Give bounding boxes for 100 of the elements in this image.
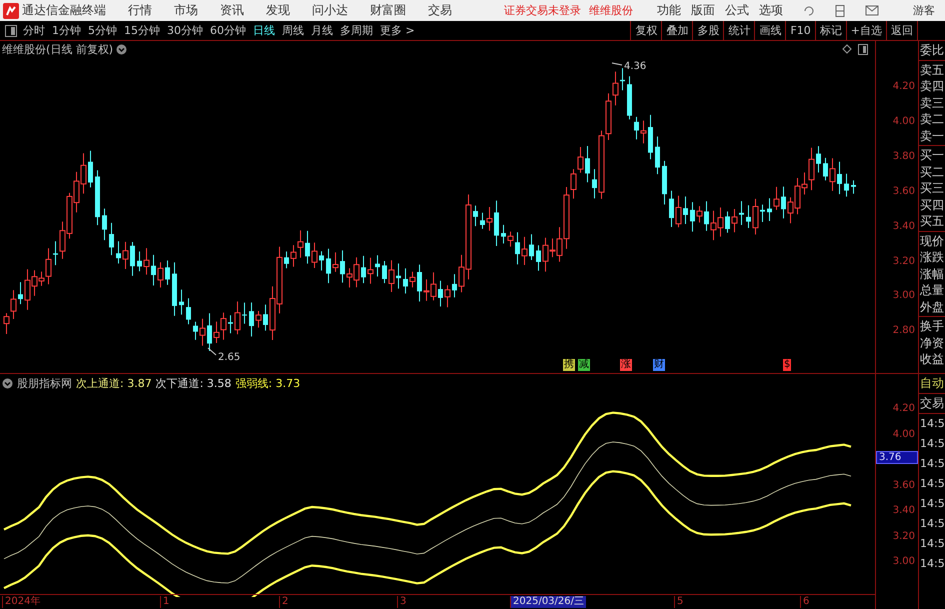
candlestick bbox=[326, 248, 331, 284]
user-label[interactable]: 游客 bbox=[913, 3, 935, 18]
quote-label: 外盘 bbox=[919, 298, 945, 315]
candlestick bbox=[388, 260, 394, 292]
period-tab[interactable]: 分时 bbox=[23, 23, 45, 38]
axis-label: 3.40 bbox=[892, 505, 915, 516]
diamond-icon[interactable] bbox=[842, 44, 852, 54]
candlestick bbox=[486, 206, 492, 232]
candlestick bbox=[305, 230, 310, 264]
candlestick bbox=[284, 250, 289, 269]
candlestick bbox=[158, 262, 164, 288]
trade-title: 交易 bbox=[919, 394, 945, 414]
quote-label: 换手 bbox=[919, 318, 945, 334]
candlestick bbox=[774, 186, 780, 210]
candlestick bbox=[256, 310, 262, 328]
period-tab[interactable]: 多周期 bbox=[340, 23, 373, 38]
indicator-reading: 次上通道: 3.87 bbox=[76, 376, 152, 391]
indicator-reading: 强弱线: 3.73 bbox=[235, 376, 300, 391]
mail-icon[interactable] bbox=[865, 5, 879, 16]
quote-label: 净资 bbox=[919, 334, 945, 351]
refresh-icon[interactable] bbox=[803, 4, 815, 16]
menu-item[interactable]: 公式 bbox=[725, 2, 749, 19]
candlestick bbox=[340, 250, 345, 284]
period-tab[interactable]: 周线 bbox=[282, 23, 304, 38]
toolbar-button[interactable]: 多股 bbox=[692, 21, 724, 40]
period-tab[interactable]: 30分钟 bbox=[167, 23, 203, 38]
candlestick bbox=[752, 198, 758, 235]
panel-icon[interactable] bbox=[858, 44, 868, 55]
menu-item[interactable]: 资讯 bbox=[220, 2, 244, 19]
event-marker[interactable]: 减 bbox=[578, 359, 590, 371]
candlestick bbox=[438, 280, 443, 308]
candlestick bbox=[585, 146, 590, 183]
menu-item[interactable]: 行情 bbox=[128, 2, 152, 19]
candlestick bbox=[522, 236, 528, 266]
time-axis-label: 2025/03/26/三 bbox=[510, 596, 586, 608]
candlestick bbox=[508, 231, 514, 248]
period-tab[interactable]: 60分钟 bbox=[210, 23, 246, 38]
menu-item[interactable]: 市场 bbox=[174, 2, 198, 19]
candlestick bbox=[312, 242, 318, 268]
period-tab[interactable]: 更多 > bbox=[380, 23, 415, 38]
axis-label: 3.20 bbox=[892, 530, 915, 542]
candlestick bbox=[592, 168, 597, 199]
candlestick bbox=[648, 114, 653, 160]
candlestick bbox=[228, 314, 233, 334]
time-axis-label: 2 bbox=[279, 596, 290, 608]
notice-text[interactable]: 证券交易未登录 bbox=[504, 3, 581, 18]
chart-title: 维维股份(日线 前复权) bbox=[2, 42, 114, 57]
toolbar-button[interactable]: F10 bbox=[785, 21, 815, 40]
candlestick bbox=[130, 241, 135, 276]
axis-label: 4.00 bbox=[892, 428, 915, 440]
mode-label[interactable]: 自动 bbox=[919, 374, 945, 394]
toolbar-button[interactable]: 标记 bbox=[814, 21, 846, 40]
toolbar-button[interactable]: 统计 bbox=[723, 21, 754, 40]
candlestick bbox=[480, 212, 485, 230]
candlestick bbox=[452, 274, 457, 298]
quote-label: 卖四 bbox=[919, 78, 945, 94]
chevron-down-icon[interactable] bbox=[2, 378, 13, 389]
period-tab[interactable]: 5分钟 bbox=[88, 23, 117, 38]
period-tab[interactable]: 1分钟 bbox=[52, 23, 81, 38]
quote-label: 卖二 bbox=[919, 111, 945, 128]
candlestick bbox=[823, 157, 828, 181]
toolbar-button[interactable]: +自选 bbox=[846, 21, 886, 40]
candlestick bbox=[368, 257, 374, 284]
menu-item[interactable]: 版面 bbox=[691, 2, 715, 19]
menu-item[interactable]: 交易 bbox=[428, 2, 452, 19]
event-marker[interactable]: $ bbox=[783, 359, 792, 371]
menu-item[interactable]: 财富圈 bbox=[370, 2, 406, 19]
toolbar-button[interactable]: 返回 bbox=[886, 21, 917, 40]
candlestick bbox=[634, 116, 639, 140]
candlestick bbox=[165, 260, 170, 286]
period-tab[interactable]: 15分钟 bbox=[124, 23, 160, 38]
trade-time: 14:5 bbox=[919, 496, 945, 512]
period-tab[interactable]: 月线 bbox=[311, 23, 333, 38]
toolbar-button[interactable]: 复权 bbox=[630, 21, 662, 40]
panel-toggle-icon[interactable] bbox=[5, 24, 17, 36]
indicator-name: 股朋指标网 bbox=[17, 376, 72, 391]
quote-label: 买三 bbox=[919, 180, 945, 196]
candlestick bbox=[844, 173, 849, 198]
app-title: 通达信金融终端 bbox=[22, 2, 106, 19]
event-marker[interactable]: 携 bbox=[563, 359, 575, 371]
candlestick bbox=[172, 262, 177, 316]
menu-item[interactable]: 发现 bbox=[266, 2, 290, 19]
candlestick bbox=[193, 321, 198, 340]
event-marker[interactable]: 财 bbox=[653, 359, 665, 371]
menu-item[interactable]: 选项 bbox=[759, 2, 783, 19]
axis-label: 3.40 bbox=[892, 220, 915, 232]
candlestick bbox=[732, 208, 738, 233]
candlestick bbox=[249, 302, 254, 337]
event-marker[interactable]: 涨 bbox=[620, 359, 632, 371]
period-tab[interactable]: 日线 bbox=[253, 23, 275, 38]
quote-label: 买二 bbox=[919, 164, 945, 180]
trade-time: 14:5 bbox=[919, 536, 945, 552]
menu-item[interactable]: 功能 bbox=[657, 2, 681, 19]
toolbar-button[interactable]: 画线 bbox=[754, 21, 786, 40]
toolbar-button[interactable]: 叠加 bbox=[661, 21, 692, 40]
low-price-label: 2.65 bbox=[218, 352, 240, 363]
notice-text[interactable]: 维维股份 bbox=[589, 3, 633, 18]
menu-item[interactable]: 问小达 bbox=[312, 2, 348, 19]
quote-label: 收益 bbox=[919, 351, 945, 368]
chevron-down-icon[interactable] bbox=[116, 44, 128, 55]
